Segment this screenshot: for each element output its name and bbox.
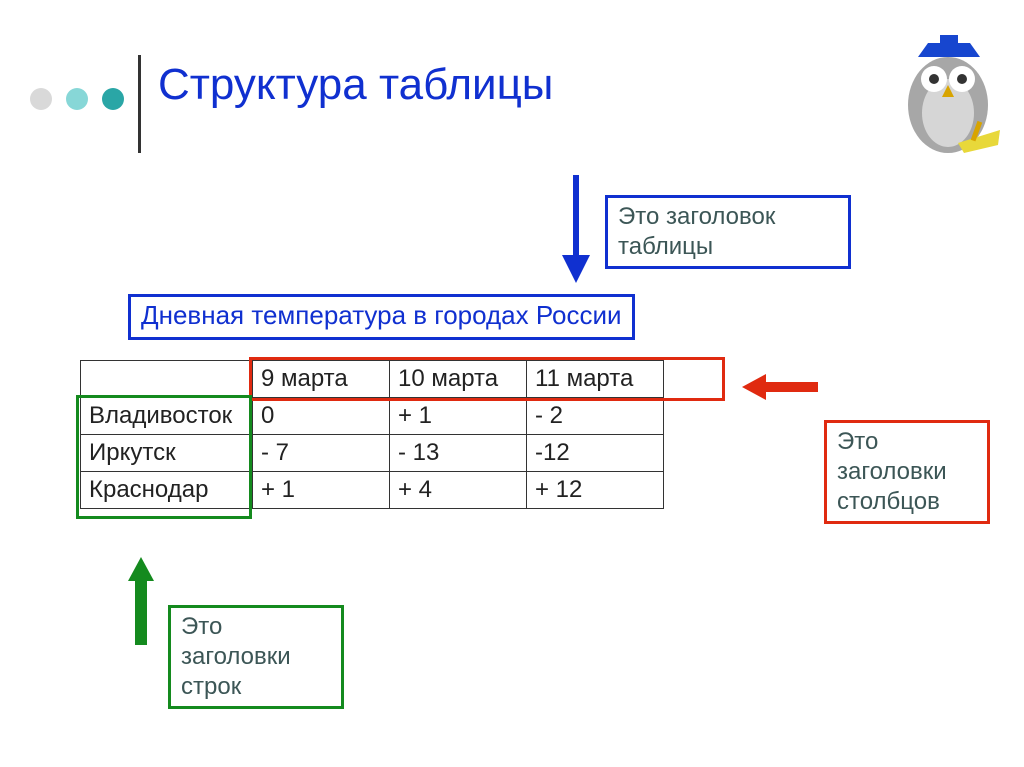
arrow-down-icon <box>556 175 596 287</box>
vertical-divider <box>138 55 141 153</box>
row-header: Иркутск <box>81 435 253 472</box>
dot-icon <box>66 88 88 110</box>
page-title: Структура таблицы <box>158 60 553 110</box>
table-cell <box>81 361 253 398</box>
table-cell: + 4 <box>390 472 527 509</box>
table-title: Дневная температура в городах России <box>128 294 635 340</box>
column-header: 9 марта <box>253 361 390 398</box>
table-cell: - 2 <box>527 398 664 435</box>
column-header: 10 марта <box>390 361 527 398</box>
caption-column-headers: Это заголовки столбцов <box>824 420 990 524</box>
row-header: Владивосток <box>81 398 253 435</box>
caption-table-title: Это заголовок таблицы <box>605 195 851 269</box>
owl-icon <box>888 35 1008 165</box>
data-table: 9 марта 10 марта 11 марта Владивосток 0 … <box>80 360 664 509</box>
dot-icon <box>102 88 124 110</box>
column-header: 11 марта <box>527 361 664 398</box>
table-row: Иркутск - 7 - 13 -12 <box>81 435 664 472</box>
table-cell: 0 <box>253 398 390 435</box>
table-cell: + 1 <box>390 398 527 435</box>
arrow-left-icon <box>740 372 818 402</box>
table-row: 9 марта 10 марта 11 марта <box>81 361 664 398</box>
table-cell: + 1 <box>253 472 390 509</box>
arrow-up-icon <box>126 555 156 645</box>
decorative-dots <box>30 88 124 110</box>
table-row: Краснодар + 1 + 4 + 12 <box>81 472 664 509</box>
table-cell: - 13 <box>390 435 527 472</box>
table-row: Владивосток 0 + 1 - 2 <box>81 398 664 435</box>
table-cell: + 12 <box>527 472 664 509</box>
caption-row-headers: Это заголовки строк <box>168 605 344 709</box>
dot-icon <box>30 88 52 110</box>
table-cell: - 7 <box>253 435 390 472</box>
table-cell: -12 <box>527 435 664 472</box>
row-header: Краснодар <box>81 472 253 509</box>
